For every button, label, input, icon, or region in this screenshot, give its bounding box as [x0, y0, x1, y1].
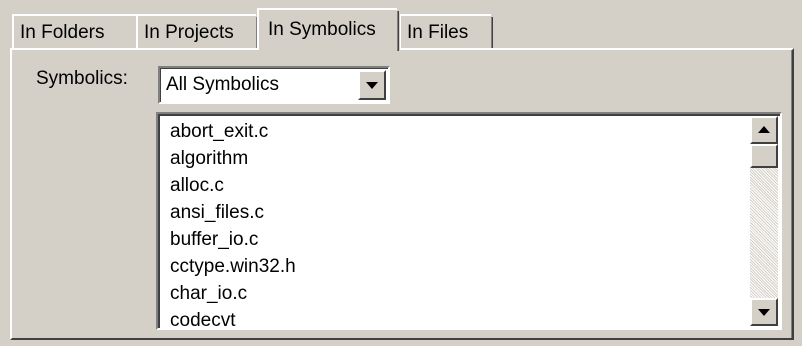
chevron-down-icon	[366, 82, 378, 89]
vertical-scrollbar[interactable]	[750, 116, 778, 326]
list-item[interactable]: char_io.c	[170, 280, 750, 307]
file-list-items: abort_exit.c algorithm alloc.c ansi_file…	[170, 118, 750, 328]
symbolics-browser-window: In Folders In Projects In Symbolics In F…	[0, 0, 802, 346]
file-list[interactable]: abort_exit.c algorithm alloc.c ansi_file…	[156, 112, 782, 330]
list-item[interactable]: cctype.win32.h	[170, 253, 750, 280]
symbolics-dropdown-value: All Symbolics	[166, 74, 279, 95]
tab-label: In Symbolics	[268, 19, 376, 40]
tab-label: In Files	[407, 22, 469, 43]
list-item[interactable]: codecvt	[170, 307, 750, 328]
tab-in-folders[interactable]: In Folders	[12, 14, 138, 49]
symbolics-label: Symbolics:	[36, 68, 128, 89]
list-item[interactable]: abort_exit.c	[170, 118, 750, 145]
tab-label: In Projects	[144, 22, 234, 43]
arrow-down-icon	[758, 309, 770, 316]
symbolics-dropdown[interactable]: All Symbolics	[158, 66, 390, 104]
list-item[interactable]: algorithm	[170, 145, 750, 172]
scroll-down-button[interactable]	[750, 298, 778, 326]
symbolics-dropdown-button[interactable]	[358, 70, 386, 100]
scrollbar-thumb[interactable]	[750, 144, 778, 168]
tab-in-files[interactable]: In Files	[399, 14, 493, 49]
list-item[interactable]: ansi_files.c	[170, 199, 750, 226]
list-item[interactable]: buffer_io.c	[170, 226, 750, 253]
list-item[interactable]: alloc.c	[170, 172, 750, 199]
scroll-up-button[interactable]	[750, 116, 778, 144]
arrow-up-icon	[758, 126, 770, 133]
tab-in-projects[interactable]: In Projects	[136, 14, 258, 49]
tab-label: In Folders	[20, 22, 105, 43]
tab-in-symbolics[interactable]: In Symbolics	[257, 8, 400, 51]
